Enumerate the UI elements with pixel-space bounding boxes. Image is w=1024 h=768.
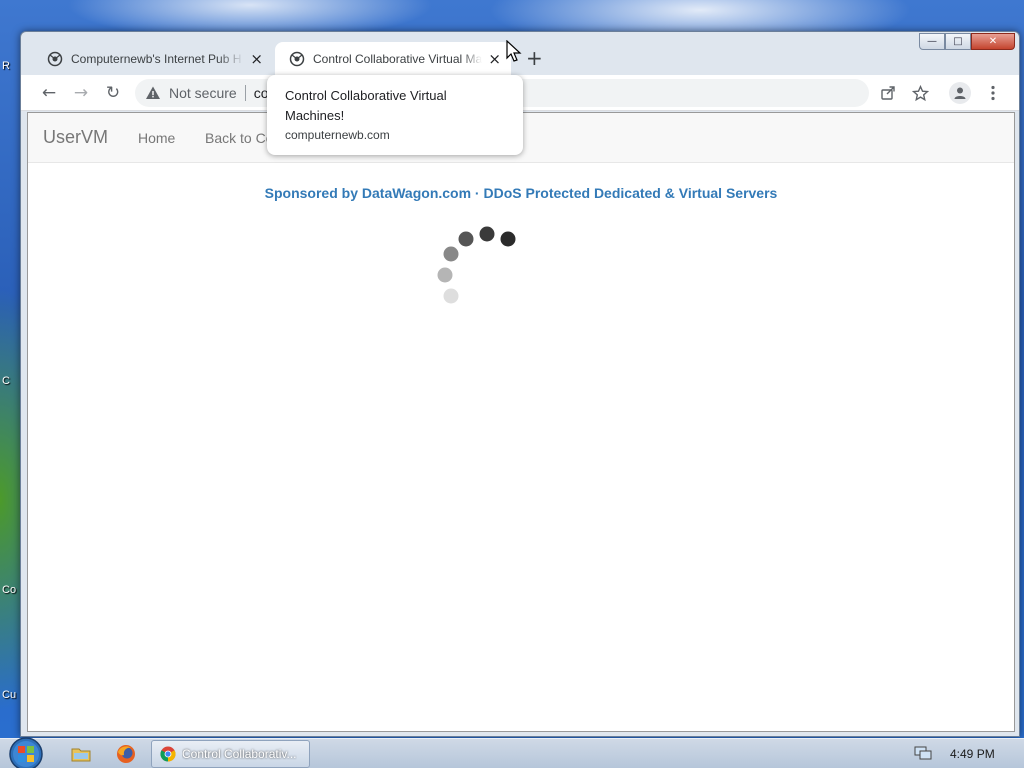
sponsor-link[interactable]: Sponsored by DataWagon.com · DDoS Protec… — [28, 185, 1014, 201]
reload-button[interactable]: ↻ — [101, 81, 125, 105]
taskbar: Control Collaborativ... 4:49 PM — [0, 736, 1024, 768]
back-arrow-icon: ← — [41, 83, 57, 103]
firefox-icon[interactable] — [115, 743, 137, 765]
taskbar-button-label: Control Collaborativ... — [182, 747, 297, 761]
system-clock[interactable]: 4:49 PM — [950, 747, 995, 761]
nav-link-home[interactable]: Home — [138, 130, 175, 146]
share-button[interactable] — [876, 81, 900, 105]
forward-button[interactable]: → — [69, 81, 93, 105]
tab-close-icon[interactable]: × — [488, 50, 501, 68]
omnibox-divider — [244, 85, 246, 101]
share-icon — [881, 86, 895, 100]
taskbar-chrome-button[interactable]: Control Collaborativ... — [151, 740, 310, 768]
menu-button[interactable] — [981, 81, 1005, 105]
chrome-icon — [160, 746, 176, 762]
bookmark-button[interactable] — [908, 81, 932, 105]
desktop-icon-label[interactable]: Cu — [2, 689, 16, 701]
new-tab-button[interactable]: + — [526, 46, 543, 70]
warning-triangle-icon[interactable] — [145, 85, 161, 101]
computernewb-favicon-icon — [289, 51, 305, 66]
hover-card-title: Control Collaborative Virtual Machines! — [285, 88, 447, 123]
network-icon[interactable] — [914, 745, 932, 761]
star-icon — [911, 84, 929, 101]
tab-control-collaborative[interactable]: Control Collaborative Virtual Ma × — [275, 42, 511, 75]
desktop-icon-label[interactable]: R — [2, 60, 10, 72]
three-dots-icon — [991, 85, 995, 101]
computernewb-favicon-icon — [47, 51, 63, 66]
tab-internet-pub[interactable]: Computernewb's Internet Pub H × — [33, 42, 273, 75]
site-brand[interactable]: UserVM — [43, 127, 108, 148]
tab-hover-card: Control Collaborative Virtual Machines! … — [267, 75, 523, 155]
hover-card-domain: computernewb.com — [285, 128, 390, 142]
desktop-icon-label[interactable]: Co — [2, 584, 16, 596]
loading-spinner-icon — [437, 226, 516, 304]
person-icon — [954, 87, 966, 99]
reload-icon: ↻ — [105, 83, 121, 103]
profile-button[interactable] — [948, 81, 972, 105]
tab-close-icon[interactable]: × — [250, 50, 263, 68]
start-orb-icon[interactable] — [8, 736, 44, 768]
forward-arrow-icon: → — [73, 83, 89, 103]
desktop-icon-label[interactable]: C — [2, 375, 10, 387]
back-button[interactable]: ← — [37, 81, 61, 105]
page-viewport: UserVM Home Back to Co Sponsored by Data… — [27, 112, 1015, 732]
tab-title: Computernewb's Internet Pub H — [71, 51, 242, 66]
mouse-cursor-icon — [506, 40, 522, 62]
tab-title: Control Collaborative Virtual Ma — [313, 51, 483, 66]
nav-link-back[interactable]: Back to Co — [205, 130, 273, 146]
file-explorer-icon[interactable] — [70, 743, 92, 765]
avatar — [949, 82, 971, 104]
security-status[interactable]: Not secure — [169, 85, 237, 101]
browser-window: — □ ✕ Computernewb's Internet Pub H × Co… — [20, 31, 1020, 737]
